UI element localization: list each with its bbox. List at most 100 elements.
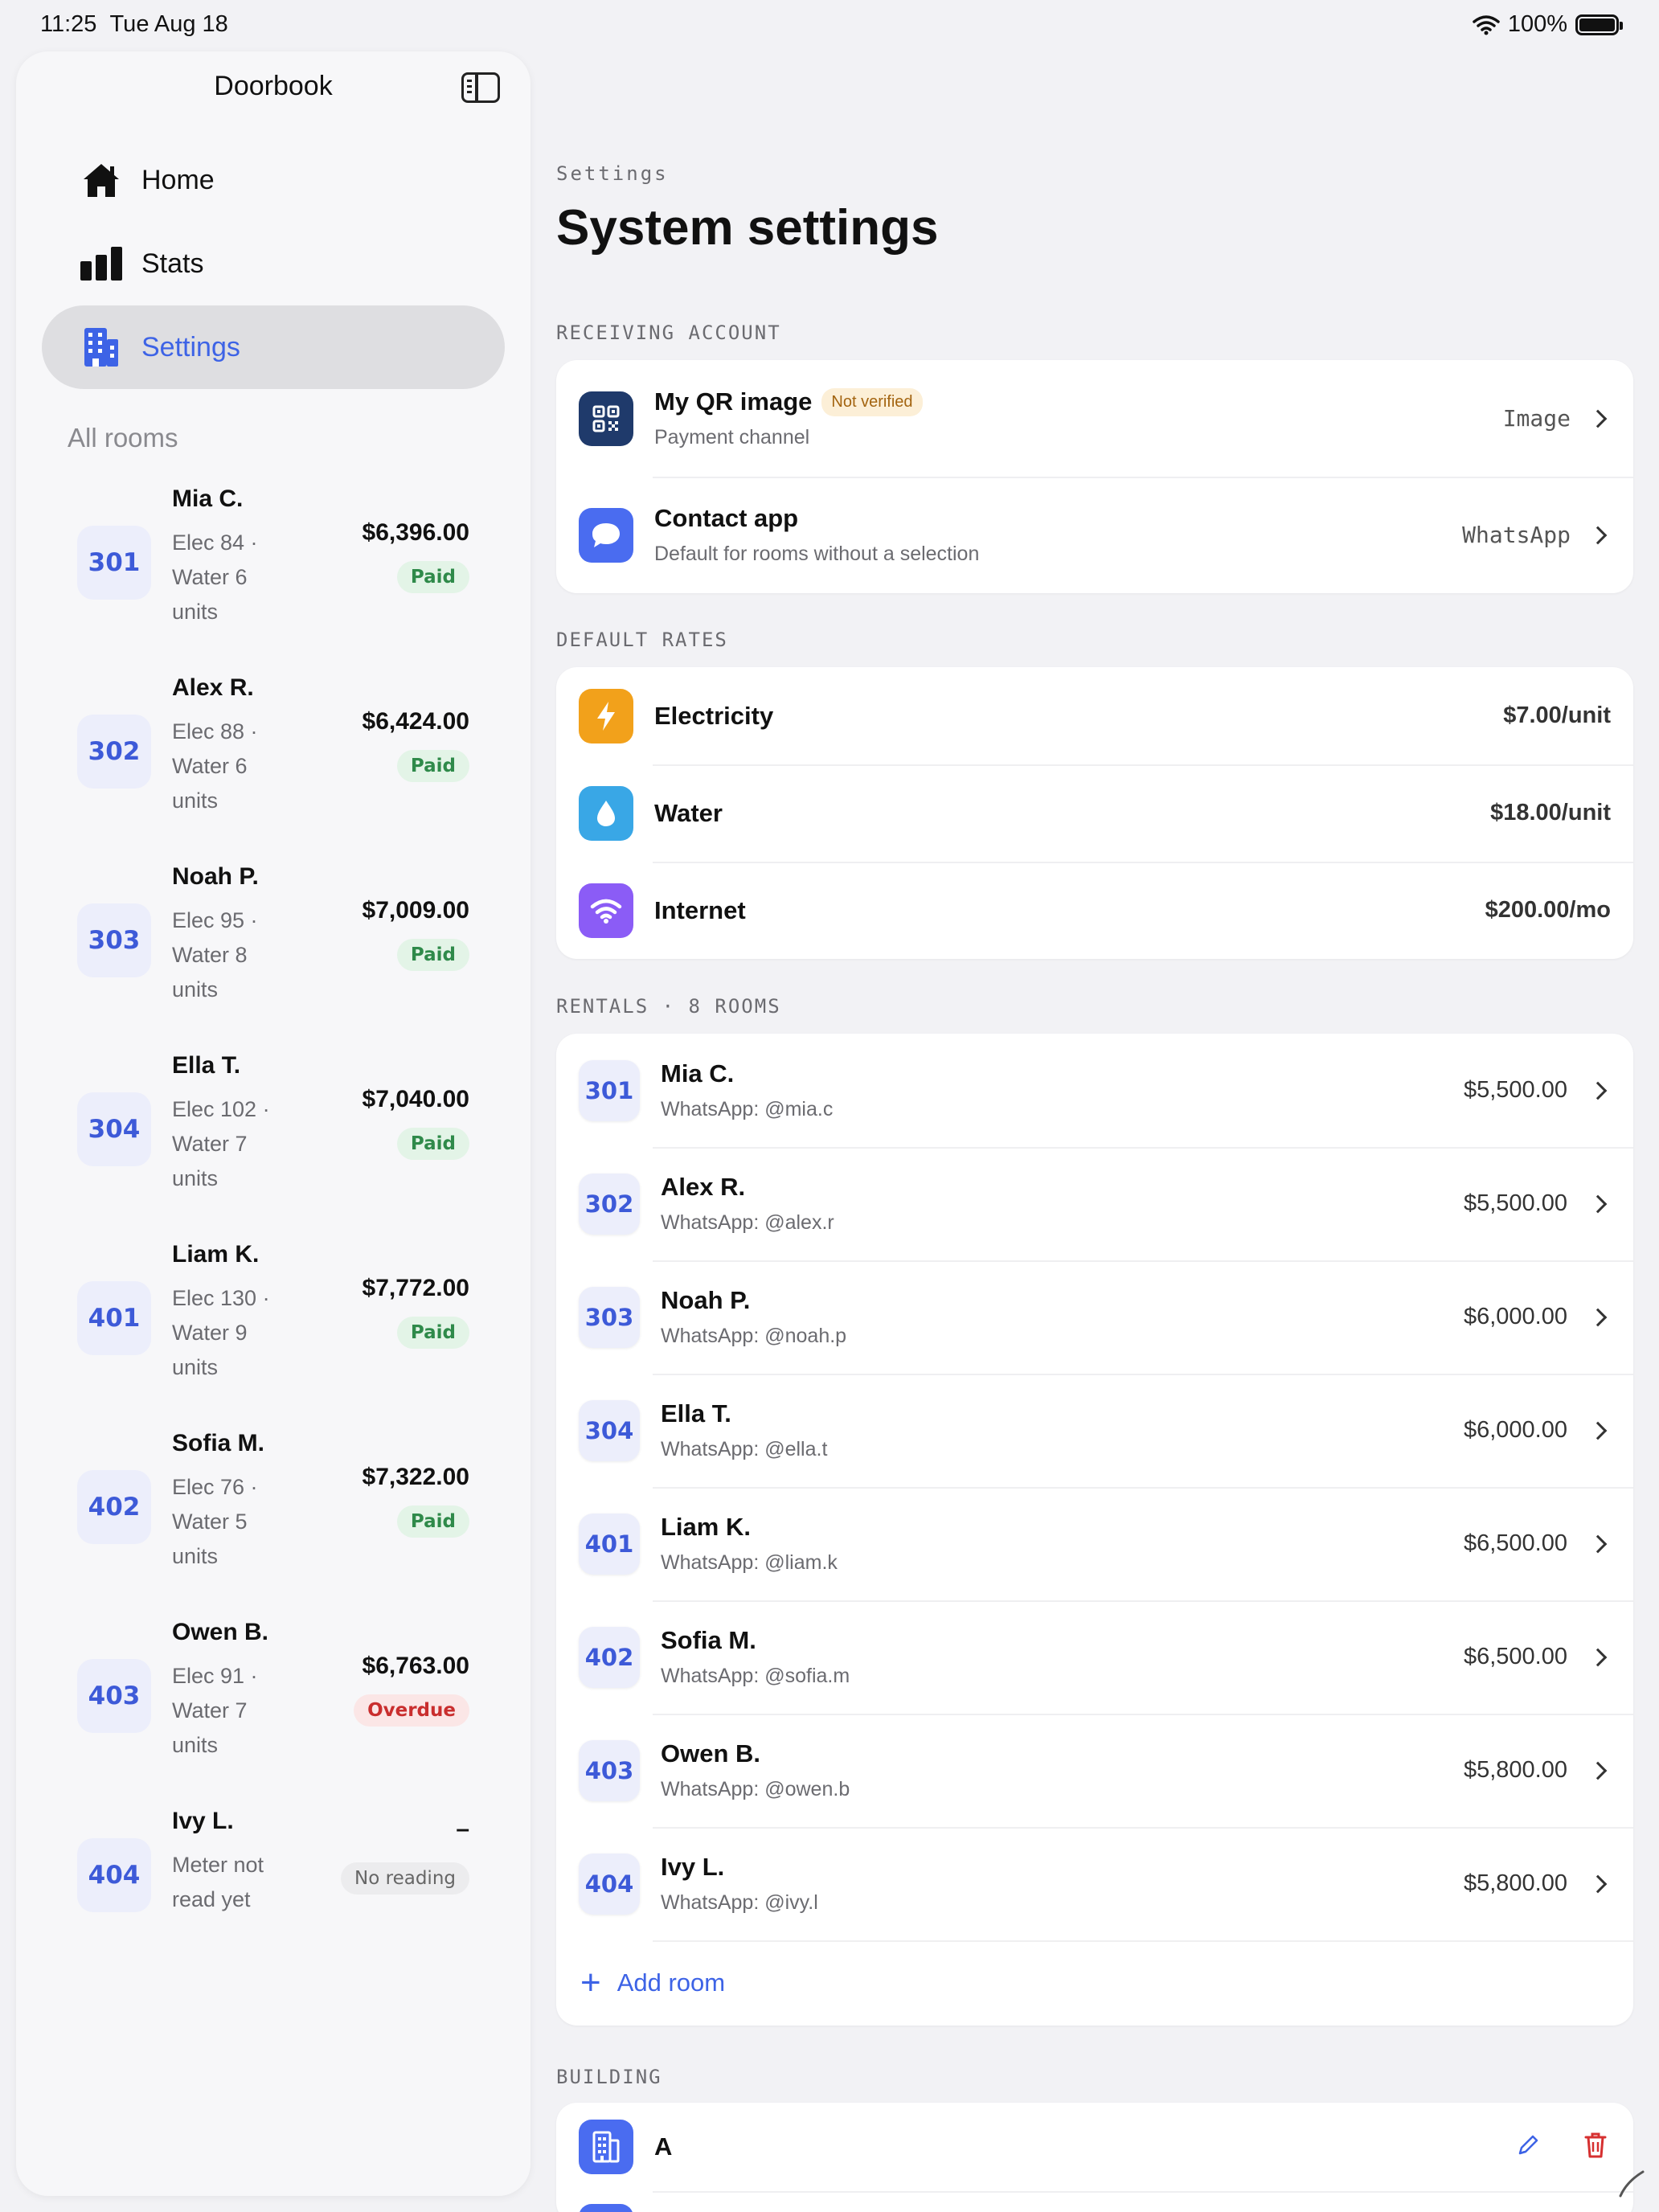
tenant-name: Alex R. bbox=[661, 1173, 746, 1201]
room-list: 301 Mia C. Elec 84 · Water 6 units $6,39… bbox=[16, 485, 530, 1944]
receiving-account-card: My QR image Not verified Payment channel… bbox=[556, 360, 1633, 593]
tenant-contact: WhatsApp: @alex.r bbox=[661, 1211, 834, 1234]
nav-item-stats[interactable]: Stats bbox=[42, 222, 505, 305]
room-number-badge: 301 bbox=[579, 1059, 640, 1121]
rental-text: Mia C. WhatsApp: @mia.c bbox=[661, 1059, 1464, 1121]
room-amount: $7,040.00 bbox=[362, 1086, 469, 1112]
rate-text: Internet bbox=[654, 896, 1485, 925]
rate-row-water[interactable]: Water $18.00/unit bbox=[556, 764, 1633, 862]
page-title: System settings bbox=[556, 200, 939, 256]
status-badge: Paid bbox=[396, 1128, 469, 1160]
nav-item-home[interactable]: Home bbox=[42, 138, 505, 222]
room-tenant-name: Noah P. bbox=[172, 863, 259, 890]
nav-item-settings[interactable]: Settings bbox=[42, 305, 505, 389]
contact-app-row[interactable]: Contact app Default for rooms without a … bbox=[556, 477, 1633, 593]
room-summary-item[interactable]: 402 Sofia M. Elec 76 · Water 5 units $7,… bbox=[16, 1430, 530, 1619]
rentals-card: 301 Mia C. WhatsApp: @mia.c $5,500.00 30… bbox=[556, 1034, 1633, 2026]
chevron-right-icon bbox=[1588, 1648, 1608, 1666]
contact-app-title: Contact app bbox=[654, 504, 799, 532]
tenant-name: Sofia M. bbox=[661, 1626, 756, 1654]
verification-badge: Not verified bbox=[821, 387, 923, 416]
bar-chart-icon bbox=[80, 244, 122, 283]
rate-title: Water bbox=[654, 798, 723, 827]
rental-text: Noah P. WhatsApp: @noah.p bbox=[661, 1286, 1464, 1348]
wifi-icon bbox=[579, 883, 633, 938]
room-usage-detail: Elec 130 · Water 9 units bbox=[172, 1286, 270, 1379]
status-badge: Paid bbox=[396, 939, 469, 971]
tenant-contact: WhatsApp: @ella.t bbox=[661, 1438, 828, 1460]
status-badge: Overdue bbox=[354, 1694, 469, 1727]
chevron-right-icon bbox=[1588, 409, 1608, 428]
rental-row[interactable]: 304 Ella T. WhatsApp: @ella.t $6,000.00 bbox=[556, 1374, 1633, 1487]
status-time: 11:25 Tue Aug 18 bbox=[40, 11, 228, 37]
scroll-indicator-icon bbox=[1619, 2170, 1645, 2198]
rent-amount: $5,800.00 bbox=[1463, 1757, 1567, 1783]
rental-row[interactable]: 404 Ivy L. WhatsApp: @ivy.l $5,800.00 bbox=[556, 1827, 1633, 1940]
rental-row[interactable]: 301 Mia C. WhatsApp: @mia.c $5,500.00 bbox=[556, 1034, 1633, 1147]
tenant-name: Noah P. bbox=[661, 1286, 751, 1314]
rental-row[interactable]: 403 Owen B. WhatsApp: @owen.b $5,800.00 bbox=[556, 1714, 1633, 1827]
nav-label-stats: Stats bbox=[141, 248, 204, 279]
rent-amount: $5,500.00 bbox=[1463, 1190, 1567, 1216]
chevron-right-icon bbox=[1588, 1308, 1608, 1326]
add-room-button[interactable]: + Add room bbox=[556, 1940, 1633, 2026]
rate-value: $200.00/mo bbox=[1485, 897, 1611, 923]
room-amount: $6,763.00 bbox=[362, 1653, 469, 1679]
section-label-rentals: RENTALS · 8 ROOMS bbox=[556, 995, 781, 1018]
rental-row[interactable]: 402 Sofia M. WhatsApp: @sofia.m $6,500.0… bbox=[556, 1600, 1633, 1714]
house-icon bbox=[80, 161, 122, 199]
rental-row[interactable]: 303 Noah P. WhatsApp: @noah.p $6,000.00 bbox=[556, 1260, 1633, 1374]
qr-image-subtitle: Payment channel bbox=[654, 426, 810, 449]
room-tenant-name: Mia C. bbox=[172, 485, 244, 512]
room-summary-item[interactable]: 401 Liam K. Elec 130 · Water 9 units $7,… bbox=[16, 1241, 530, 1430]
sidebar: Doorbook Home Stats Settings All rooms 3… bbox=[16, 51, 530, 2196]
tenant-contact: WhatsApp: @ivy.l bbox=[661, 1891, 818, 1914]
room-summary-item[interactable]: 302 Alex R. Elec 88 · Water 6 units $6,4… bbox=[16, 674, 530, 863]
rate-row-internet[interactable]: Internet $200.00/mo bbox=[556, 862, 1633, 959]
room-usage-detail: Elec 76 · Water 5 units bbox=[172, 1475, 258, 1568]
building-row[interactable]: A bbox=[556, 2103, 1633, 2191]
rental-row[interactable]: 401 Liam K. WhatsApp: @liam.k $6,500.00 bbox=[556, 1487, 1633, 1600]
room-amount: $7,322.00 bbox=[362, 1464, 469, 1490]
qr-image-title: My QR image bbox=[654, 387, 813, 416]
status-badge: No reading bbox=[341, 1862, 469, 1895]
rental-text: Sofia M. WhatsApp: @sofia.m bbox=[661, 1626, 1464, 1688]
chat-bubble-icon bbox=[579, 507, 633, 563]
room-number-badge: 404 bbox=[77, 1838, 151, 1912]
app-title: Doorbook bbox=[214, 71, 333, 101]
lightning-icon bbox=[579, 688, 633, 743]
breadcrumb: Settings bbox=[556, 162, 669, 185]
chevron-right-icon bbox=[1588, 526, 1608, 544]
pencil-icon[interactable] bbox=[1516, 2133, 1540, 2161]
room-number-badge: 302 bbox=[579, 1173, 640, 1235]
rate-title: Electricity bbox=[654, 701, 774, 730]
chevron-right-icon bbox=[1588, 1534, 1608, 1553]
status-badge: Paid bbox=[396, 561, 469, 593]
room-usage-detail: Elec 84 · Water 6 units bbox=[172, 530, 258, 624]
room-summary-item[interactable]: 304 Ella T. Elec 102 · Water 7 units $7,… bbox=[16, 1052, 530, 1241]
section-label-rates: DEFAULT RATES bbox=[556, 629, 728, 651]
room-tenant-name: Owen B. bbox=[172, 1619, 269, 1645]
rate-text: Electricity bbox=[654, 702, 1503, 731]
trash-icon[interactable] bbox=[1583, 2132, 1608, 2163]
tenant-contact: WhatsApp: @mia.c bbox=[661, 1098, 834, 1120]
sidebar-toggle-icon[interactable] bbox=[461, 72, 500, 103]
room-amount: – bbox=[456, 1816, 469, 1842]
room-summary-item[interactable]: 403 Owen B. Elec 91 · Water 7 units $6,7… bbox=[16, 1619, 530, 1808]
contact-app-text: Contact app Default for rooms without a … bbox=[654, 504, 1462, 566]
room-number-badge: 303 bbox=[579, 1286, 640, 1348]
room-number-badge: 401 bbox=[77, 1281, 151, 1355]
all-rooms-label: All rooms bbox=[68, 423, 178, 453]
qr-image-row[interactable]: My QR image Not verified Payment channel… bbox=[556, 360, 1633, 477]
room-usage-detail: Elec 102 · Water 7 units bbox=[172, 1097, 270, 1190]
rental-row[interactable]: 302 Alex R. WhatsApp: @alex.r $5,500.00 bbox=[556, 1147, 1633, 1260]
room-summary-item[interactable]: 404 Ivy L. Meter not read yet – No readi… bbox=[16, 1808, 530, 1944]
rate-value: $7.00/unit bbox=[1503, 703, 1611, 728]
rate-row-electricity[interactable]: Electricity $7.00/unit bbox=[556, 667, 1633, 764]
chevron-right-icon bbox=[1588, 1421, 1608, 1440]
building-icon bbox=[80, 328, 122, 367]
room-summary-item[interactable]: 301 Mia C. Elec 84 · Water 6 units $6,39… bbox=[16, 485, 530, 674]
room-tenant-name: Liam K. bbox=[172, 1241, 260, 1268]
room-summary-item[interactable]: 303 Noah P. Elec 95 · Water 8 units $7,0… bbox=[16, 863, 530, 1052]
rate-value: $18.00/unit bbox=[1490, 800, 1611, 825]
